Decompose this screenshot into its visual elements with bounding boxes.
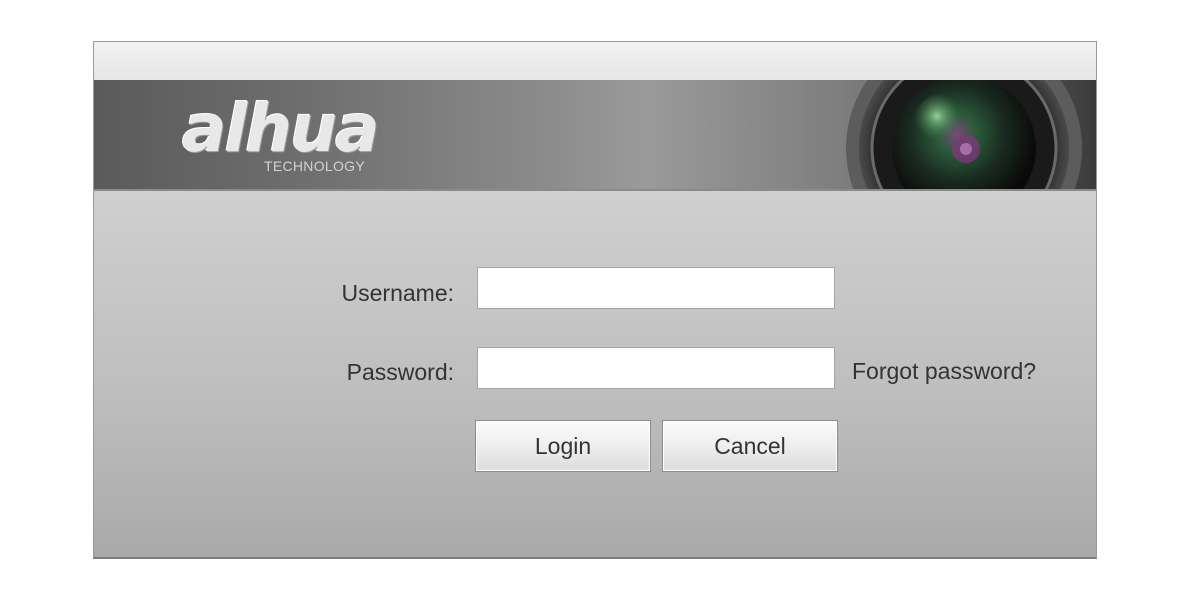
username-label: Username: xyxy=(341,280,454,306)
login-button[interactable]: Login xyxy=(475,420,651,472)
cancel-button[interactable]: Cancel xyxy=(662,420,838,472)
login-form: Username: Password: Forgot password? Log… xyxy=(94,42,1096,557)
login-dialog: alhua TECHNOLOGY Username: Password: For… xyxy=(93,41,1097,559)
forgot-password-link[interactable]: Forgot password? xyxy=(852,358,1036,385)
password-input[interactable] xyxy=(477,347,835,389)
username-input[interactable] xyxy=(477,267,835,309)
password-label: Password: xyxy=(346,359,454,385)
